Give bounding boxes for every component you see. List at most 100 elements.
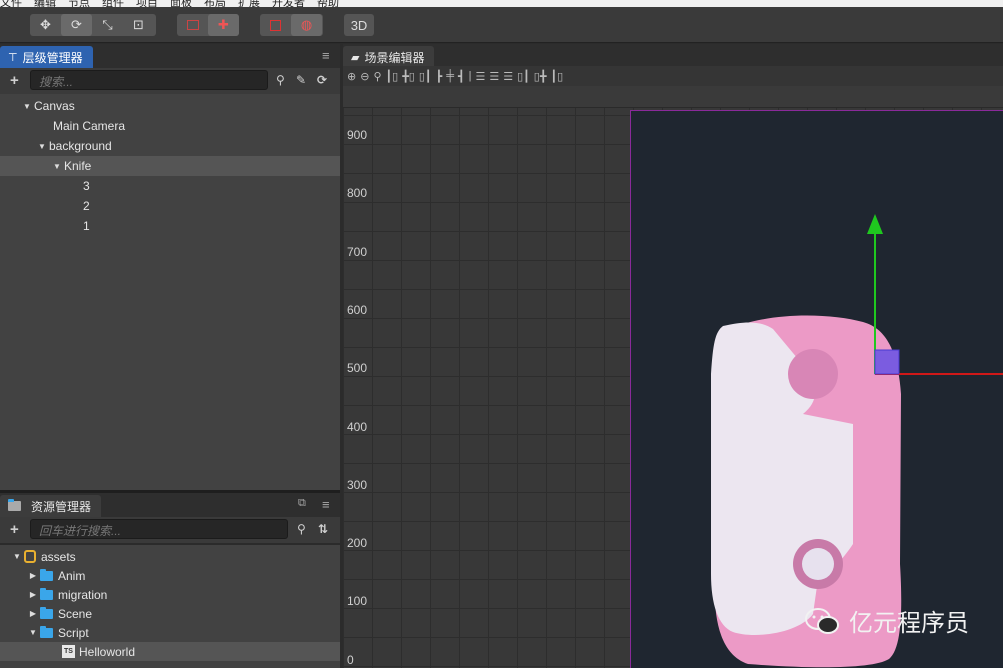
distribute-bottom-icon[interactable]: ☰ [503,70,513,83]
menu-item[interactable]: 帮助 [317,0,339,7]
hierarchy-tree: ▼ Canvas Main Camera ▼ background ▼ Knife 3 2 1 [0,94,340,490]
tree-node[interactable]: ▼ Canvas [0,96,340,116]
assets-tree: ▼ assets ▶ Anim ▶ migration ▶ Scene ▼ Script TS Hel… [0,545,340,668]
folder-icon [40,568,53,581]
distribute-vcenter-icon[interactable]: ☰ [489,70,499,83]
tree-node[interactable]: ▼ background [0,136,340,156]
caret-right-icon[interactable]: ▶ [28,571,38,580]
pivot-icon[interactable] [177,14,208,36]
zoom-in-icon[interactable]: ⊕ [347,70,356,83]
caret-right-icon[interactable]: ▶ [28,590,38,599]
scene-ruler-horizontal [343,86,1003,108]
grid-icon[interactable]: ◍ [291,14,322,36]
local-global-icon[interactable]: ✚ [208,14,239,36]
assets-search-input[interactable]: 回车进行搜索... [30,519,288,539]
hierarchy-tabbar: ⊤ 层级管理器 ≡ [0,44,340,68]
gizmo-y-arrow-icon[interactable] [867,214,883,234]
ruler-label: 800 [347,186,368,201]
zoom-reset-icon[interactable]: ⚲ [373,70,381,83]
assets-search-icon[interactable]: ⚲ [297,522,306,536]
align-right-icon[interactable]: ┫ [458,70,465,83]
menu-item[interactable]: 组件 [102,0,124,7]
sort-icon[interactable]: ⇅ [318,522,328,536]
knife-lower-hole-inner [802,548,834,580]
menu-item[interactable]: 布局 [204,0,226,7]
assets-menu-icon[interactable]: ≡ [322,497,330,512]
ruler-label: 400 [347,419,368,434]
tab-assets[interactable]: 资源管理器 [0,495,102,517]
tree-node[interactable]: 2 [0,196,340,216]
add-node-icon[interactable]: + [10,72,19,89]
ruler-label: 300 [347,477,368,492]
align-top-icon[interactable]: ┃▯ [386,70,399,83]
hierarchy-search-input[interactable]: 搜索... [30,70,268,90]
align-vcenter-icon[interactable]: ╋▯ [402,70,415,83]
transform-gizmo[interactable] [843,204,1003,384]
scene-align-toolbar: ⊕ ⊖ ⚲ ┃▯ ╋▯ ▯┃ ┣ ╪ ┫ | ☰ ☰ ☰ ▯┃ ▯╋ ┃▯ [343,66,1003,86]
asset-folder[interactable]: ▶ Anim [0,566,340,585]
scene-editor: ▰ 场景编辑器 ⊕ ⊖ ⚲ ┃▯ ╋▯ ▯┃ ┣ ╪ ┫ | ☰ ☰ ☰ ▯┃ … [343,44,1003,668]
snap-icon[interactable] [260,14,291,36]
tree-node[interactable]: ▼ Knife [0,156,340,176]
zoom-out-icon[interactable]: ⊖ [360,70,369,83]
tab-hierarchy[interactable]: ⊤ 层级管理器 [0,46,93,68]
caret-down-icon[interactable]: ▼ [22,102,32,111]
assets-tabbar: 资源管理器 ⧉ ≡ [0,493,340,517]
menu-item[interactable]: 项目 [136,0,158,7]
rotate-tool-icon[interactable]: ⟳ [61,14,92,36]
distribute-right-icon[interactable]: ┃▯ [550,70,563,83]
ruler-label: 100 [347,594,368,609]
asset-folder[interactable]: ▶ Scene [0,604,340,623]
align-left-icon[interactable]: ┣ [436,70,443,83]
watermark-text: 亿元程序员 [849,610,969,637]
distribute-top-icon[interactable]: ☰ [475,70,485,83]
asset-folder[interactable]: ▶ migration [0,585,340,604]
caret-down-icon[interactable]: ▼ [37,142,47,151]
caret-down-icon[interactable]: ▼ [12,552,22,561]
menubar: 文件 编辑 节点 组件 项目 面板 布局 扩展 开发者 帮助 [0,0,1003,7]
search-icon[interactable]: ⚲ [276,73,285,87]
scale-tool-icon[interactable]: ⤡ [92,14,123,36]
caret-down-icon[interactable]: ▼ [52,162,62,171]
rect-tool-icon[interactable]: ⊡ [123,14,154,36]
watermark: 亿元程序员 [803,603,969,638]
folder-icon [40,587,53,600]
asset-folder[interactable]: ▼ assets [0,547,340,566]
typescript-file-icon: TS [62,645,75,658]
gizmo-tool-group: ◍ [260,14,323,36]
add-asset-icon[interactable]: + [10,521,19,538]
asset-label: Anim [58,568,86,583]
knife-upper-hole [788,349,838,399]
hierarchy-menu-icon[interactable]: ≡ [322,48,330,63]
assets-tab-label: 资源管理器 [31,499,92,514]
asset-label: Helloworld [79,644,136,659]
menu-item[interactable]: 扩展 [238,0,260,7]
tab-scene[interactable]: ▰ 场景编辑器 [343,46,435,68]
caret-right-icon[interactable]: ▶ [28,609,38,618]
maximize-icon[interactable]: ⧉ [298,497,306,510]
tree-node[interactable]: 3 [0,176,340,196]
distribute-left-icon[interactable]: ▯┃ [517,70,530,83]
distribute-hcenter-icon[interactable]: ▯╋ [534,70,547,83]
menu-item[interactable]: 面板 [170,0,192,7]
align-hcenter-icon[interactable]: ╪ [446,70,454,82]
tree-node[interactable]: Main Camera [0,116,340,136]
move-tool-icon[interactable]: ✥ [30,14,61,36]
asset-file[interactable]: TS Helloworld [0,642,340,661]
align-bottom-icon[interactable]: ▯┃ [419,70,432,83]
pivot-tool-group: ✚ [177,14,239,36]
menu-item[interactable]: 节点 [68,0,90,7]
gizmo-center-handle[interactable] [874,349,900,375]
refresh-icon[interactable]: ⟳ [317,73,327,87]
caret-down-icon[interactable]: ▼ [28,628,38,637]
tree-node[interactable]: 1 [0,216,340,236]
menu-item[interactable]: 开发者 [272,0,305,7]
asset-label: Script [58,625,89,640]
menu-item[interactable]: 编辑 [34,0,56,7]
asset-folder[interactable]: ▼ Script [0,623,340,642]
ruler-label: 200 [347,536,368,551]
locate-icon[interactable]: ✎ [296,73,306,87]
asset-label: migration [58,587,108,602]
menu-item[interactable]: 文件 [0,0,22,7]
view-3d-button[interactable]: 3D [344,14,374,36]
